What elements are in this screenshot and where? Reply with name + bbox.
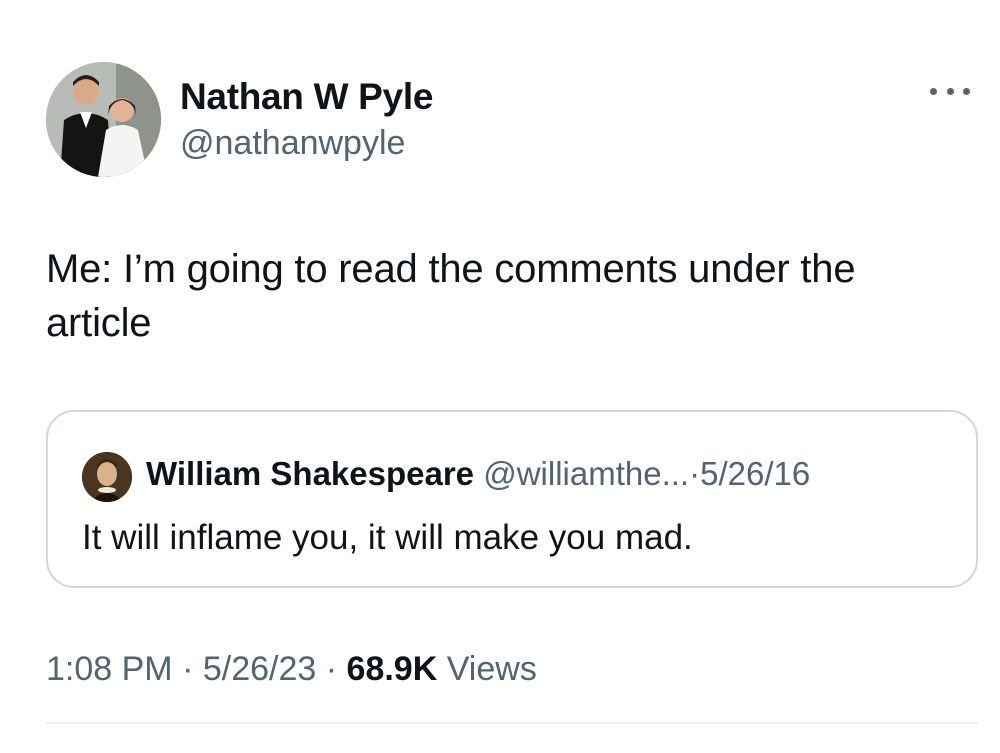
quoted-author-avatar[interactable] bbox=[82, 452, 132, 502]
more-options-icon[interactable] bbox=[930, 82, 970, 100]
author-name[interactable]: Nathan W Pyle bbox=[180, 76, 433, 118]
tweet-card: Nathan W Pyle @nathanwpyle Me: I’m going… bbox=[0, 0, 1000, 753]
views-label: Views bbox=[446, 650, 537, 688]
tweet-date[interactable]: 5/26/23 bbox=[203, 650, 316, 688]
quoted-text: It will inflame you, it will make you ma… bbox=[82, 518, 693, 557]
quoted-header: William Shakespeare @williamthe...·5/26/… bbox=[146, 455, 810, 493]
author-handle[interactable]: @nathanwpyle bbox=[180, 124, 405, 163]
tweet-time[interactable]: 1:08 PM bbox=[46, 650, 173, 688]
quoted-separator: · bbox=[689, 455, 701, 492]
meta-separator: · bbox=[182, 650, 194, 688]
quoted-date[interactable]: 5/26/16 bbox=[700, 455, 810, 492]
tweet-text: Me: I’m going to read the comments under… bbox=[46, 247, 856, 345]
shakespeare-portrait-icon bbox=[82, 452, 132, 502]
author-avatar[interactable] bbox=[46, 62, 161, 177]
views-count[interactable]: 68.9K bbox=[347, 650, 438, 688]
quoted-tweet[interactable]: William Shakespeare @williamthe...·5/26/… bbox=[46, 410, 978, 588]
divider bbox=[46, 722, 978, 724]
meta-separator: · bbox=[325, 650, 338, 688]
quoted-author-handle[interactable]: @williamthe... bbox=[483, 455, 689, 492]
quoted-author-name[interactable]: William Shakespeare bbox=[146, 455, 474, 492]
profile-photo-icon bbox=[46, 62, 161, 177]
tweet-meta: 1:08 PM · 5/26/23 · 68.9K Views bbox=[46, 650, 537, 689]
